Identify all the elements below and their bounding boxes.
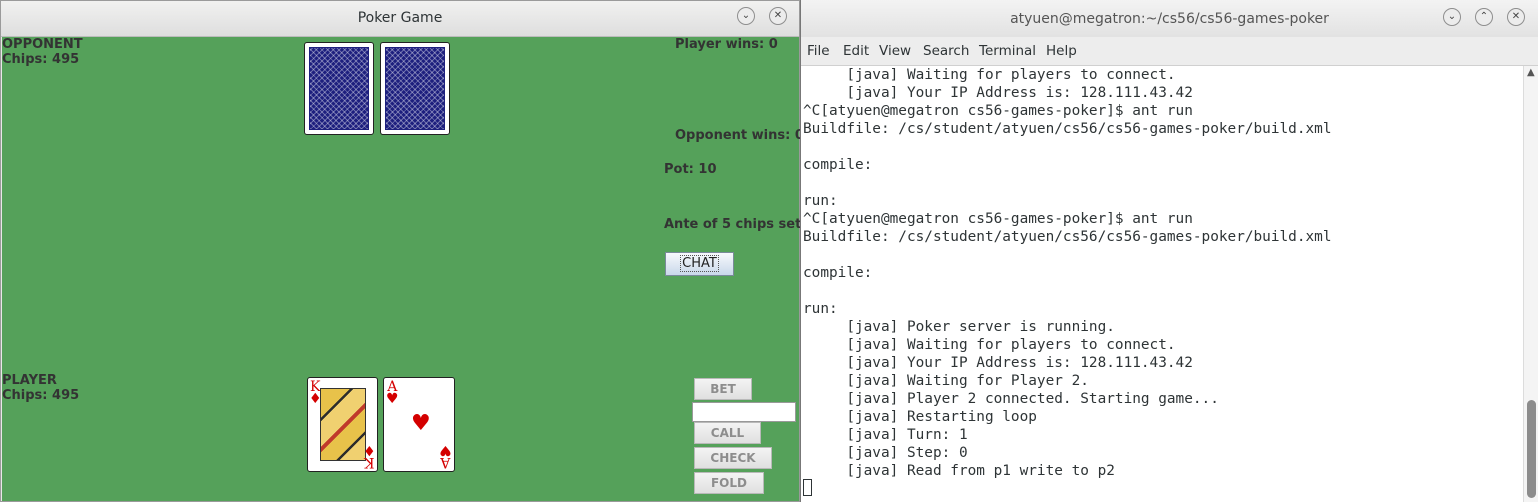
menu-edit[interactable]: Edit	[843, 43, 869, 59]
terminal-line: Buildfile: /cs/student/atyuen/cs56/cs56-…	[803, 121, 1332, 137]
player-wins: Player wins: 0	[675, 37, 778, 52]
opponent-wins: Opponent wins: 0	[675, 128, 804, 143]
terminal-line: [java] Restarting loop	[803, 409, 1037, 425]
terminal-line: [java] Waiting for players to connect.	[803, 67, 1176, 83]
terminal-line: [java] Poker server is running.	[803, 319, 1115, 335]
terminal-window-title: atyuen@megatron:~/cs56/cs56-games-poker	[1010, 11, 1329, 27]
ante-message: Ante of 5 chips set.	[664, 217, 807, 232]
fold-button[interactable]: FOLD	[694, 472, 764, 494]
terminal-titlebar[interactable]: atyuen@megatron:~/cs56/cs56-games-poker …	[801, 0, 1538, 37]
maximize-icon[interactable]: ⌃	[1475, 8, 1493, 26]
close-icon[interactable]: ✕	[1507, 8, 1525, 26]
terminal-line: [java] Waiting for players to connect.	[803, 337, 1176, 353]
terminal-line: [java] Player 2 connected. Starting game…	[803, 391, 1219, 407]
scrollbar-thumb[interactable]	[1527, 400, 1536, 498]
terminal-line: [java] Your IP Address is: 128.111.43.42	[803, 85, 1193, 101]
check-button[interactable]: CHECK	[694, 447, 772, 469]
bet-button[interactable]: BET	[694, 378, 752, 400]
terminal-line: Buildfile: /cs/student/atyuen/cs56/cs56-…	[803, 229, 1332, 245]
terminal-window: atyuen@megatron:~/cs56/cs56-games-poker …	[800, 0, 1538, 502]
call-button[interactable]: CALL	[694, 422, 761, 444]
terminal-menubar: File Edit View Search Terminal Help	[801, 38, 1538, 66]
terminal-line: ^C[atyuen@megatron cs56-games-poker]$ an…	[803, 211, 1193, 227]
terminal-line: ^C[atyuen@megatron cs56-games-poker]$ an…	[803, 103, 1193, 119]
terminal-line: run:	[803, 301, 838, 317]
menu-terminal[interactable]: Terminal	[979, 43, 1036, 59]
scroll-up-arrow-icon[interactable]: ▲	[1527, 67, 1535, 78]
king-face-art	[320, 388, 366, 461]
opponent-card-back-1	[304, 42, 374, 135]
menu-view[interactable]: View	[879, 43, 911, 59]
terminal-line: [java] Turn: 1	[803, 427, 968, 443]
close-icon[interactable]: ✕	[769, 7, 787, 25]
bet-amount-input[interactable]	[692, 402, 796, 422]
terminal-line: compile:	[803, 265, 873, 281]
menu-help[interactable]: Help	[1046, 43, 1077, 59]
opponent-card-back-2	[380, 42, 450, 135]
opponent-label: OPPONENT	[2, 37, 83, 52]
chat-button[interactable]: CHAT	[665, 252, 734, 276]
chat-button-label: CHAT	[680, 255, 719, 272]
menu-file[interactable]: File	[807, 43, 830, 59]
heart-icon: ♥	[411, 411, 431, 436]
terminal-output[interactable]: [java] Waiting for players to connect. […	[801, 66, 1523, 502]
terminal-line: [java] Waiting for Player 2.	[803, 373, 1089, 389]
terminal-scrollbar[interactable]: ▲	[1523, 66, 1538, 502]
player-card-king-diamonds: K ♦ K ♦	[307, 377, 378, 472]
player-card-ace-hearts: A ♥ ♥ A ♥	[383, 377, 455, 472]
poker-table: OPPONENT Chips: 495 Player wins: 0 Oppon…	[2, 37, 806, 501]
poker-titlebar[interactable]: Poker Game ⌄ ✕	[1, 1, 799, 37]
terminal-line: run:	[803, 193, 838, 209]
poker-window-title: Poker Game	[357, 10, 443, 26]
terminal-line: [java] Step: 0	[803, 445, 968, 461]
terminal-line: [java] Your IP Address is: 128.111.43.42	[803, 355, 1193, 371]
card-corner-top: A ♥	[386, 379, 399, 407]
terminal-cursor	[803, 479, 812, 496]
player-label: PLAYER	[2, 373, 57, 388]
card-corner-bottom: K ♦	[363, 442, 376, 470]
terminal-line: compile:	[803, 157, 873, 173]
pot-amount: Pot: 10	[664, 162, 717, 177]
terminal-line: [java] Read from p1 write to p2	[803, 463, 1115, 479]
minimize-icon[interactable]: ⌄	[1443, 8, 1461, 26]
menu-search[interactable]: Search	[923, 43, 969, 59]
poker-window: Poker Game ⌄ ✕ OPPONENT Chips: 495 Playe…	[0, 0, 806, 502]
player-chips: Chips: 495	[2, 388, 80, 403]
opponent-chips: Chips: 495	[2, 52, 80, 67]
card-corner-bottom: A ♥	[439, 442, 452, 470]
minimize-icon[interactable]: ⌄	[737, 7, 755, 25]
